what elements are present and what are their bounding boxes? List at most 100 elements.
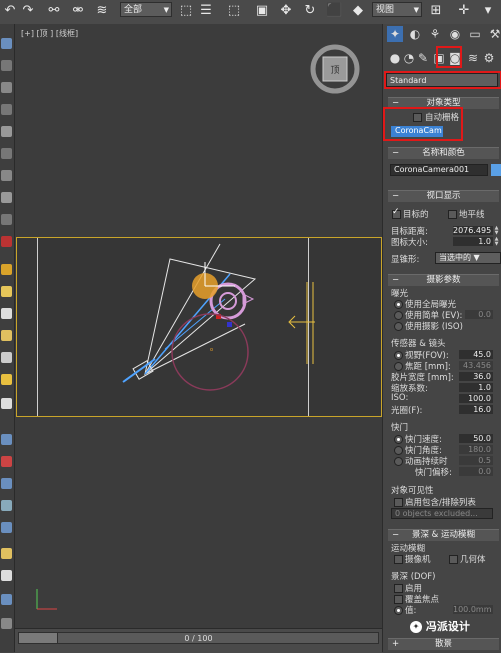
spinner-icon[interactable]: ▲ ▼ <box>494 226 499 236</box>
time-slider[interactable]: 0 / 100 <box>18 632 379 644</box>
display-tab[interactable]: ▭ <box>467 26 483 42</box>
focal-length-radio[interactable] <box>394 362 403 371</box>
horizon-checkbox[interactable] <box>448 210 457 219</box>
tool-icon[interactable] <box>1 104 12 115</box>
camera-motion-blur-checkbox[interactable] <box>394 555 403 564</box>
select-by-name-icon[interactable]: ☰ <box>198 3 214 19</box>
lights-icon[interactable]: ✎ <box>415 50 431 66</box>
film-width-field[interactable]: 36.0 <box>459 372 493 381</box>
mirror-icon[interactable]: ▾ <box>480 3 496 19</box>
object-color-swatch[interactable] <box>491 164 501 176</box>
motion-blur-duration-radio[interactable] <box>394 457 403 466</box>
geometry-motion-blur-checkbox[interactable] <box>449 555 458 564</box>
target-distance-field[interactable]: 2076.495 <box>453 226 493 235</box>
shutter-speed-radio[interactable] <box>394 435 403 444</box>
viewport-display-rollout-header[interactable]: − 视口显示 <box>388 190 499 202</box>
hierarchy-tab[interactable]: ⚘ <box>427 26 443 42</box>
shutter-angle-field[interactable]: 180.0 <box>459 445 493 454</box>
iso-field[interactable]: 100.0 <box>459 394 493 403</box>
dof-enable-checkbox[interactable] <box>394 584 403 593</box>
tool-icon[interactable] <box>1 594 12 605</box>
global-exposure-radio[interactable] <box>394 300 403 309</box>
motion-blur-duration-field[interactable]: 0.5 <box>459 456 493 465</box>
motion-tab[interactable]: ◉ <box>447 26 463 42</box>
shutter-speed-field[interactable]: 50.0 <box>459 434 493 443</box>
tool-icon[interactable] <box>1 500 12 511</box>
object-name-field[interactable]: CoronaCamera001 <box>390 164 488 176</box>
tool-icon[interactable] <box>1 38 12 49</box>
ev-field[interactable]: 0.0 <box>465 310 493 319</box>
tool-icon[interactable] <box>1 618 12 629</box>
tool-icon[interactable] <box>1 60 12 71</box>
tool-icon[interactable] <box>1 456 12 467</box>
tool-icon[interactable] <box>1 434 12 445</box>
include-exclude-checkbox[interactable] <box>394 498 403 507</box>
shutter-offset-field[interactable]: 0.0 <box>459 467 493 476</box>
unlink-icon[interactable]: ⚮ <box>70 3 86 19</box>
modify-tab[interactable]: ◐ <box>407 26 423 42</box>
tool-icon[interactable] <box>1 214 12 225</box>
tool-icon[interactable] <box>1 82 12 93</box>
tool-icon[interactable] <box>1 192 12 203</box>
override-focus-checkbox[interactable] <box>394 595 403 604</box>
tool-icon[interactable] <box>1 570 12 581</box>
fov-field[interactable]: 45.0 <box>459 350 493 359</box>
rect-select-icon[interactable]: ⬚ <box>226 3 242 19</box>
systems-icon[interactable]: ⚙ <box>481 50 497 66</box>
zoom-field[interactable]: 1.0 <box>459 383 493 392</box>
helpers-icon[interactable]: ≋ <box>465 50 481 66</box>
photographic-iso-radio[interactable] <box>394 322 403 331</box>
highlight-box <box>436 46 462 68</box>
place-icon[interactable]: ◆ <box>350 3 366 19</box>
spinner-icon[interactable]: ▲ ▼ <box>494 237 499 247</box>
tool-icon[interactable] <box>1 330 12 341</box>
redo-icon[interactable]: ↷ <box>20 3 36 19</box>
shutter-angle-radio[interactable] <box>394 446 403 455</box>
move-icon[interactable]: ✥ <box>278 3 294 19</box>
tool-icon[interactable] <box>1 126 12 137</box>
objects-excluded-button[interactable]: 0 objects excluded... <box>391 508 493 519</box>
pivot-icon[interactable]: ⊞ <box>428 3 444 19</box>
undo-icon[interactable]: ↶ <box>2 3 18 19</box>
bind-space-warp-icon[interactable]: ≋ <box>94 3 110 19</box>
tool-icon[interactable] <box>1 398 12 409</box>
rotate-icon[interactable]: ↻ <box>302 3 318 19</box>
selection-filter-dropdown[interactable]: 全部 ▼ <box>120 2 172 17</box>
dof-value-radio[interactable] <box>394 606 403 615</box>
focal-length-field[interactable]: 43.456 <box>459 361 493 370</box>
corona-camera-object[interactable] <box>122 243 257 383</box>
show-cone-dropdown[interactable]: 当选中的 ▼ <box>435 252 501 264</box>
reference-coord-dropdown[interactable]: 视图 ▼ <box>372 2 422 17</box>
tool-icon[interactable] <box>1 548 12 559</box>
tool-icon[interactable] <box>1 170 12 181</box>
tool-icon[interactable] <box>1 264 12 275</box>
icon-size-field[interactable]: 1.0 <box>453 237 493 246</box>
snap-icon[interactable]: ✛ <box>456 3 472 19</box>
time-slider-thumb[interactable] <box>18 632 58 644</box>
targeted-checkbox[interactable] <box>392 207 401 219</box>
utilities-tab[interactable]: ⚒ <box>487 26 501 42</box>
photographic-rollout-header[interactable]: − 摄影参数 <box>388 274 499 286</box>
fstop-field[interactable]: 16.0 <box>459 405 493 414</box>
tool-icon[interactable] <box>1 236 12 247</box>
tool-icon[interactable] <box>1 148 12 159</box>
fov-radio[interactable] <box>394 351 403 360</box>
link-icon[interactable]: ⚯ <box>46 3 62 19</box>
scale-icon[interactable]: ⬛ <box>326 3 342 19</box>
dof-mblur-rollout-header[interactable]: − 景深 & 运动模糊 <box>388 529 499 541</box>
tool-icon[interactable] <box>1 308 12 319</box>
light-object[interactable] <box>288 282 315 364</box>
tool-icon[interactable] <box>1 286 12 297</box>
tool-icon[interactable] <box>1 352 12 363</box>
tool-icon[interactable] <box>1 478 12 489</box>
bokeh-rollout-header[interactable]: + 散景 <box>388 638 499 650</box>
tool-icon[interactable] <box>1 522 12 533</box>
select-icon[interactable]: ⬚ <box>178 3 194 19</box>
tool-icon[interactable] <box>1 374 12 385</box>
simple-ev-radio[interactable] <box>394 311 403 320</box>
top-viewport[interactable]: [+] [顶 ] [线框] 顶 o <box>15 24 382 628</box>
window-crossing-icon[interactable]: ▣ <box>254 3 270 19</box>
create-tab[interactable]: ✦ <box>387 26 403 42</box>
dof-value-field[interactable]: 100.0mm <box>453 605 493 614</box>
name-color-rollout-header[interactable]: − 名称和颜色 <box>388 147 499 159</box>
